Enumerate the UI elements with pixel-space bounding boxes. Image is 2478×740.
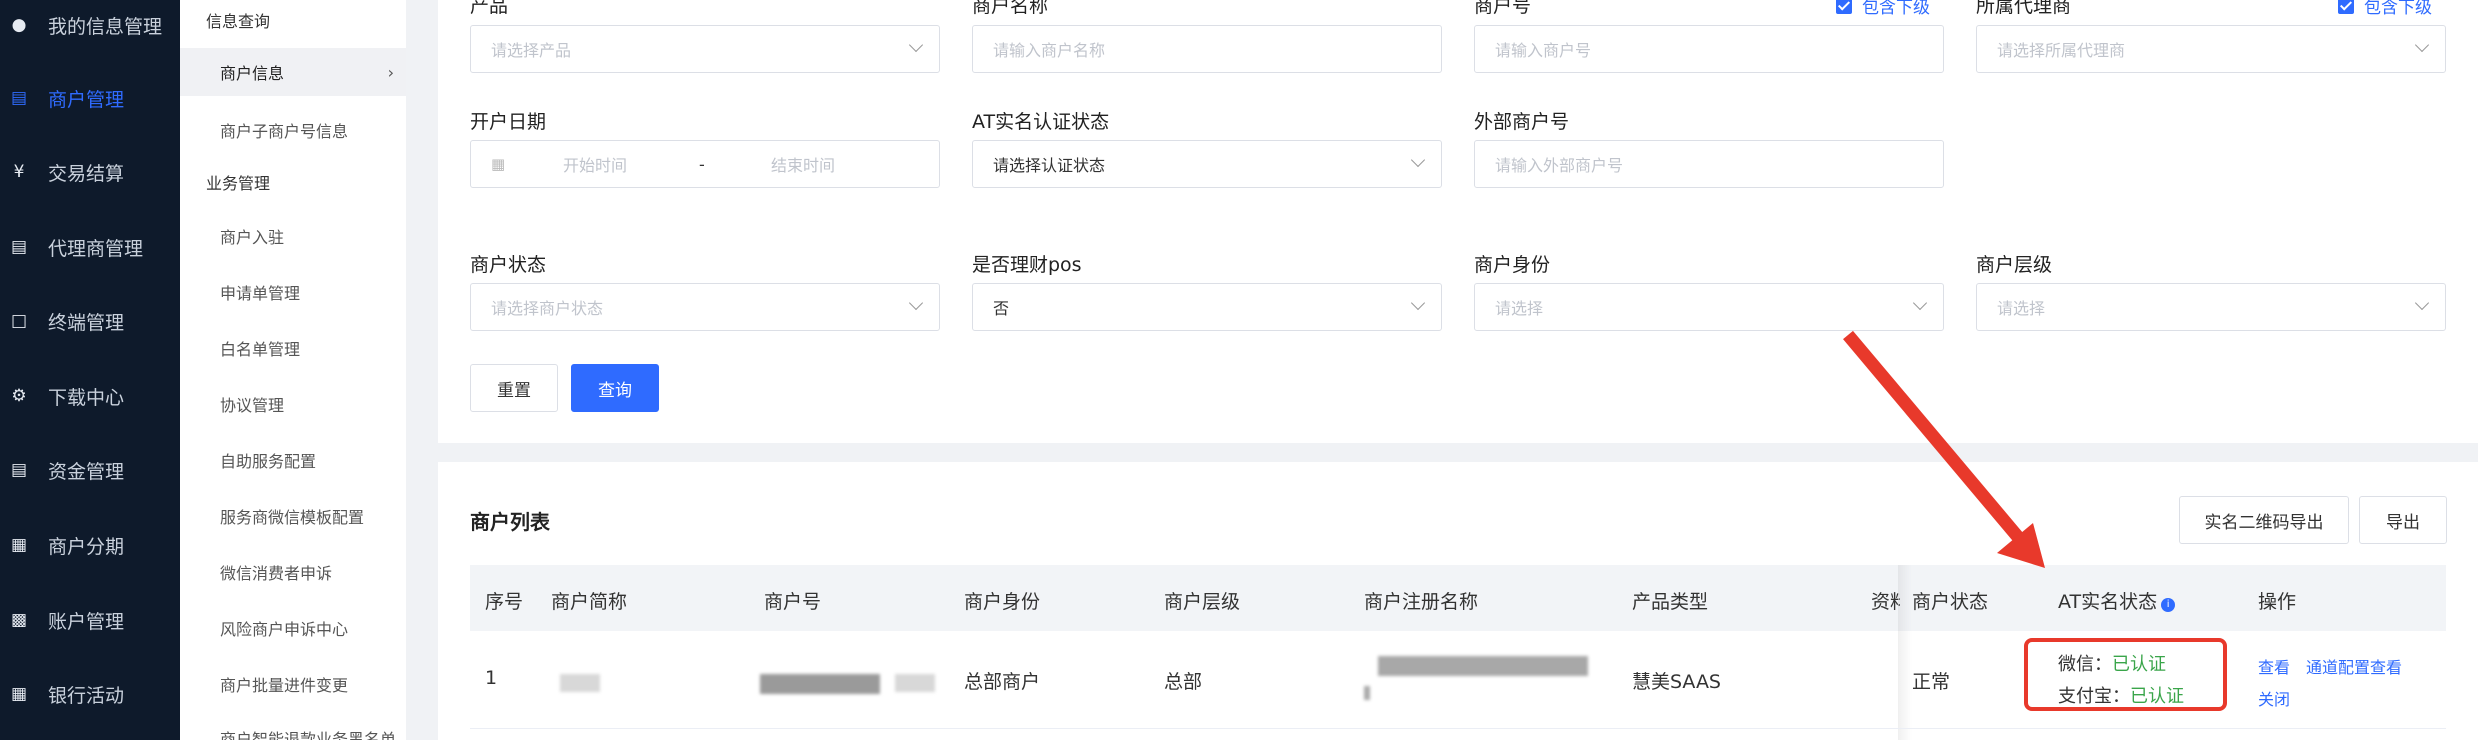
annotation-arrow xyxy=(1843,330,2045,568)
arrow-shaft xyxy=(1843,330,2028,548)
